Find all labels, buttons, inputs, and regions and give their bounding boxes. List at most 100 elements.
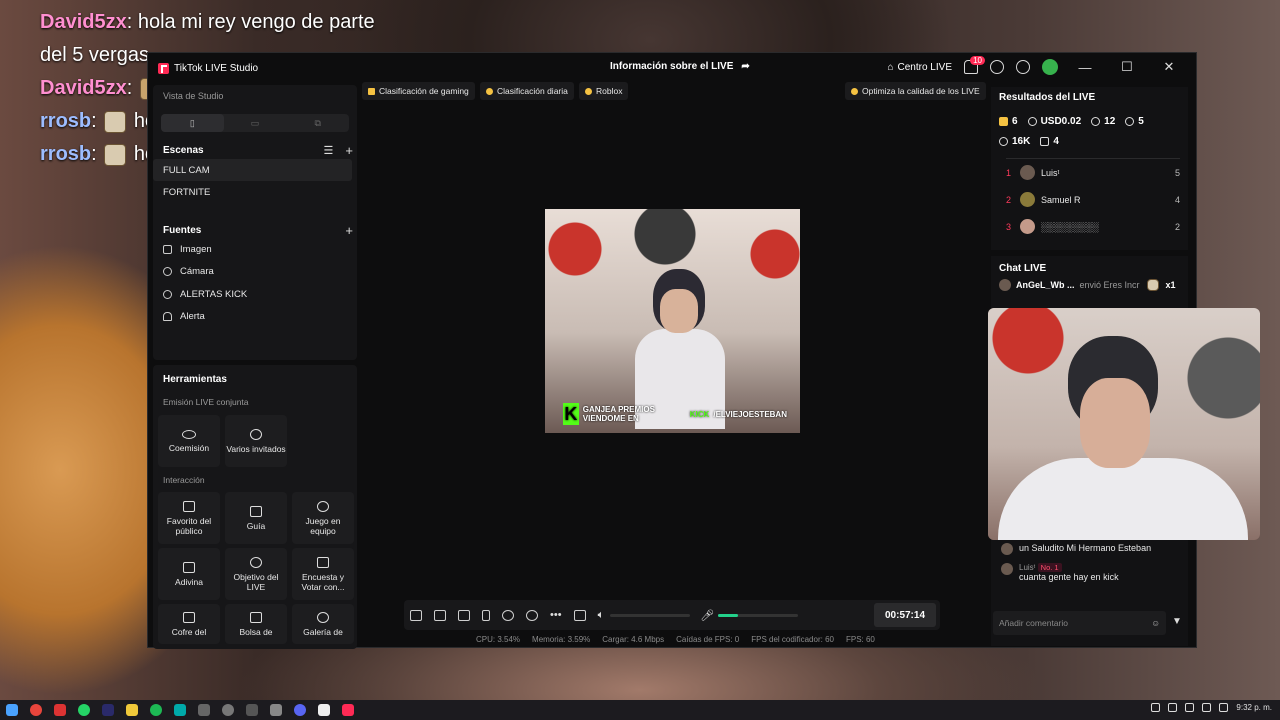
more-icon[interactable]: ••• — [550, 609, 562, 621]
app-icon[interactable] — [174, 704, 186, 716]
daily-ranking-pill[interactable]: Clasificación diaria — [480, 82, 574, 100]
volume-icon[interactable] — [1219, 703, 1229, 712]
app-icon[interactable] — [270, 704, 282, 716]
tray-icon[interactable] — [1151, 703, 1161, 712]
discord-icon[interactable] — [294, 704, 306, 716]
coemission-button[interactable]: Coemisión — [158, 415, 220, 467]
live-goal-button[interactable]: Objetivo del LIVE — [225, 548, 287, 600]
windows-start-icon[interactable] — [6, 704, 18, 716]
scene-item[interactable]: FORTNITE — [153, 181, 352, 203]
ranking-row[interactable]: 3 ░░░░░░░░░ 2 — [1006, 213, 1180, 240]
app-icon[interactable] — [246, 704, 258, 716]
bell-icon[interactable]: 10 — [964, 56, 985, 74]
source-item[interactable]: Alerta — [153, 306, 352, 329]
live-center-button[interactable]: ⌂ Centro LIVE — [887, 62, 952, 73]
roblox-pill[interactable]: Roblox — [579, 82, 629, 100]
guess-button[interactable]: Adivina — [158, 548, 220, 600]
results-title: Resultados del LIVE — [999, 92, 1096, 103]
app-icon[interactable] — [54, 704, 66, 716]
source-item[interactable]: Cámara — [153, 261, 352, 284]
spotify-icon[interactable] — [150, 704, 162, 716]
team-game-button[interactable]: Juego en equipo — [292, 492, 354, 544]
app-icon[interactable] — [222, 704, 234, 716]
taskbar: 9:32 p. m. — [0, 700, 1280, 720]
kick-logo-icon: K — [563, 403, 579, 425]
gear-icon[interactable] — [1016, 60, 1030, 74]
portrait-view-tab[interactable]: ▯ — [161, 114, 224, 132]
mic-level-fill — [718, 613, 739, 617]
scene-item[interactable]: FULL CAM — [153, 159, 352, 181]
link-icon — [182, 429, 196, 439]
add-source-button[interactable]: + — [345, 223, 353, 238]
filter-icon[interactable]: ▼ — [1172, 616, 1182, 627]
game-icon — [585, 87, 592, 95]
book-icon — [250, 505, 262, 517]
audience-favorite-button[interactable]: Favorito del público — [158, 492, 220, 544]
app-icon[interactable] — [198, 704, 210, 716]
tray-icon[interactable] — [1185, 703, 1195, 712]
microphone-icon[interactable]: 🎤︎ — [700, 609, 714, 622]
mic-level-slider[interactable] — [718, 613, 799, 617]
control-bar: ••• 🔈︎ 🎤︎ 00:57:14 — [404, 600, 940, 630]
layers-icon[interactable] — [434, 609, 446, 621]
dual-view-tab[interactable]: ⧉ — [286, 114, 349, 132]
scenes-list: FULL CAM FORTNITE — [153, 159, 352, 203]
close-button[interactable]: ✕ — [1154, 59, 1184, 75]
magic-wand-icon[interactable] — [410, 609, 422, 621]
optimize-quality-pill[interactable]: Optimiza la calidad de los LIVE — [845, 82, 986, 100]
emoji-icon[interactable]: ☺ — [1151, 618, 1160, 628]
source-item[interactable]: ALERTAS KICK — [153, 283, 352, 306]
guide-button[interactable]: Guía — [225, 492, 287, 544]
minimize-button[interactable]: — — [1070, 60, 1100, 75]
wifi-icon[interactable] — [1202, 703, 1212, 712]
add-scene-button[interactable]: + — [345, 143, 353, 158]
premiere-icon[interactable] — [102, 704, 114, 716]
rotate-icon[interactable] — [526, 609, 538, 621]
tiktok-studio-icon[interactable] — [342, 704, 354, 716]
chrome-icon[interactable] — [30, 704, 42, 716]
interaction-tools: Favorito del público Guía Juego en equip… — [158, 492, 354, 644]
treasure-chest-button[interactable]: Cofre del — [158, 604, 220, 644]
poll-button[interactable]: Encuesta y Votar con... — [292, 548, 354, 600]
ranking-row[interactable]: 1 Luisᵗ 5 — [1006, 159, 1180, 186]
chat-messages: un Saludito Mi Hermano Esteban Luisᵗ No.… — [1001, 543, 1181, 582]
settings-sliders-icon[interactable] — [573, 609, 586, 621]
app-icon[interactable] — [318, 704, 330, 716]
title-actions: ⌂ Centro LIVE 10 — ☐ ✕ — [887, 56, 1184, 75]
chest-icon — [183, 611, 195, 623]
diamond-icon — [999, 117, 1008, 126]
help-icon[interactable] — [990, 60, 1004, 74]
gallery-button[interactable]: Galería de — [292, 604, 354, 644]
tray-icon[interactable] — [1168, 703, 1178, 712]
gaming-ranking-pill[interactable]: Clasificación de gaming — [362, 82, 475, 100]
avatar[interactable] — [1042, 59, 1058, 75]
app-logo: TikTok LIVE Studio — [158, 62, 258, 74]
folder-icon[interactable] — [126, 704, 138, 716]
tools-title: Herramientas — [163, 374, 227, 385]
record-icon[interactable] — [502, 609, 514, 621]
maximize-button[interactable]: ☐ — [1112, 59, 1142, 75]
comment-input[interactable]: Añadir comentario ☺ — [993, 611, 1166, 635]
live-info-link[interactable]: Información sobre el LIVE ➦ — [610, 61, 750, 72]
list-icon[interactable]: ☰ — [324, 144, 334, 157]
add-screen-icon[interactable] — [458, 609, 470, 621]
avatar — [1020, 192, 1035, 207]
speaker-icon[interactable]: 🔈︎ — [598, 609, 605, 622]
source-item[interactable]: Imagen — [153, 238, 352, 261]
volume-slider[interactable] — [610, 613, 691, 617]
multi-guest-button[interactable]: Varios invitados — [225, 415, 287, 467]
clock[interactable]: 9:32 p. m. — [1236, 703, 1272, 712]
rank-badge: No. 1 — [1037, 563, 1062, 572]
new-followers-icon — [1125, 117, 1135, 126]
users-icon — [183, 500, 195, 512]
phone-icon[interactable] — [482, 609, 490, 621]
avatar — [1020, 219, 1035, 234]
whatsapp-icon[interactable] — [78, 704, 90, 716]
target-icon — [250, 556, 262, 568]
landscape-view-tab[interactable]: ▭ — [224, 114, 287, 132]
ranking-list: 1 Luisᵗ 5 2 Samuel R4 3 ░░░░░░░░░ 2 — [1006, 158, 1180, 240]
bag-button[interactable]: Bolsa de — [225, 604, 287, 644]
joint-live-label: Emisión LIVE conjunta — [163, 397, 249, 407]
gift-message: AnGeL_Wb ... envió Eres Incr x1 — [999, 279, 1176, 291]
ranking-row[interactable]: 2 Samuel R4 — [1006, 186, 1180, 213]
